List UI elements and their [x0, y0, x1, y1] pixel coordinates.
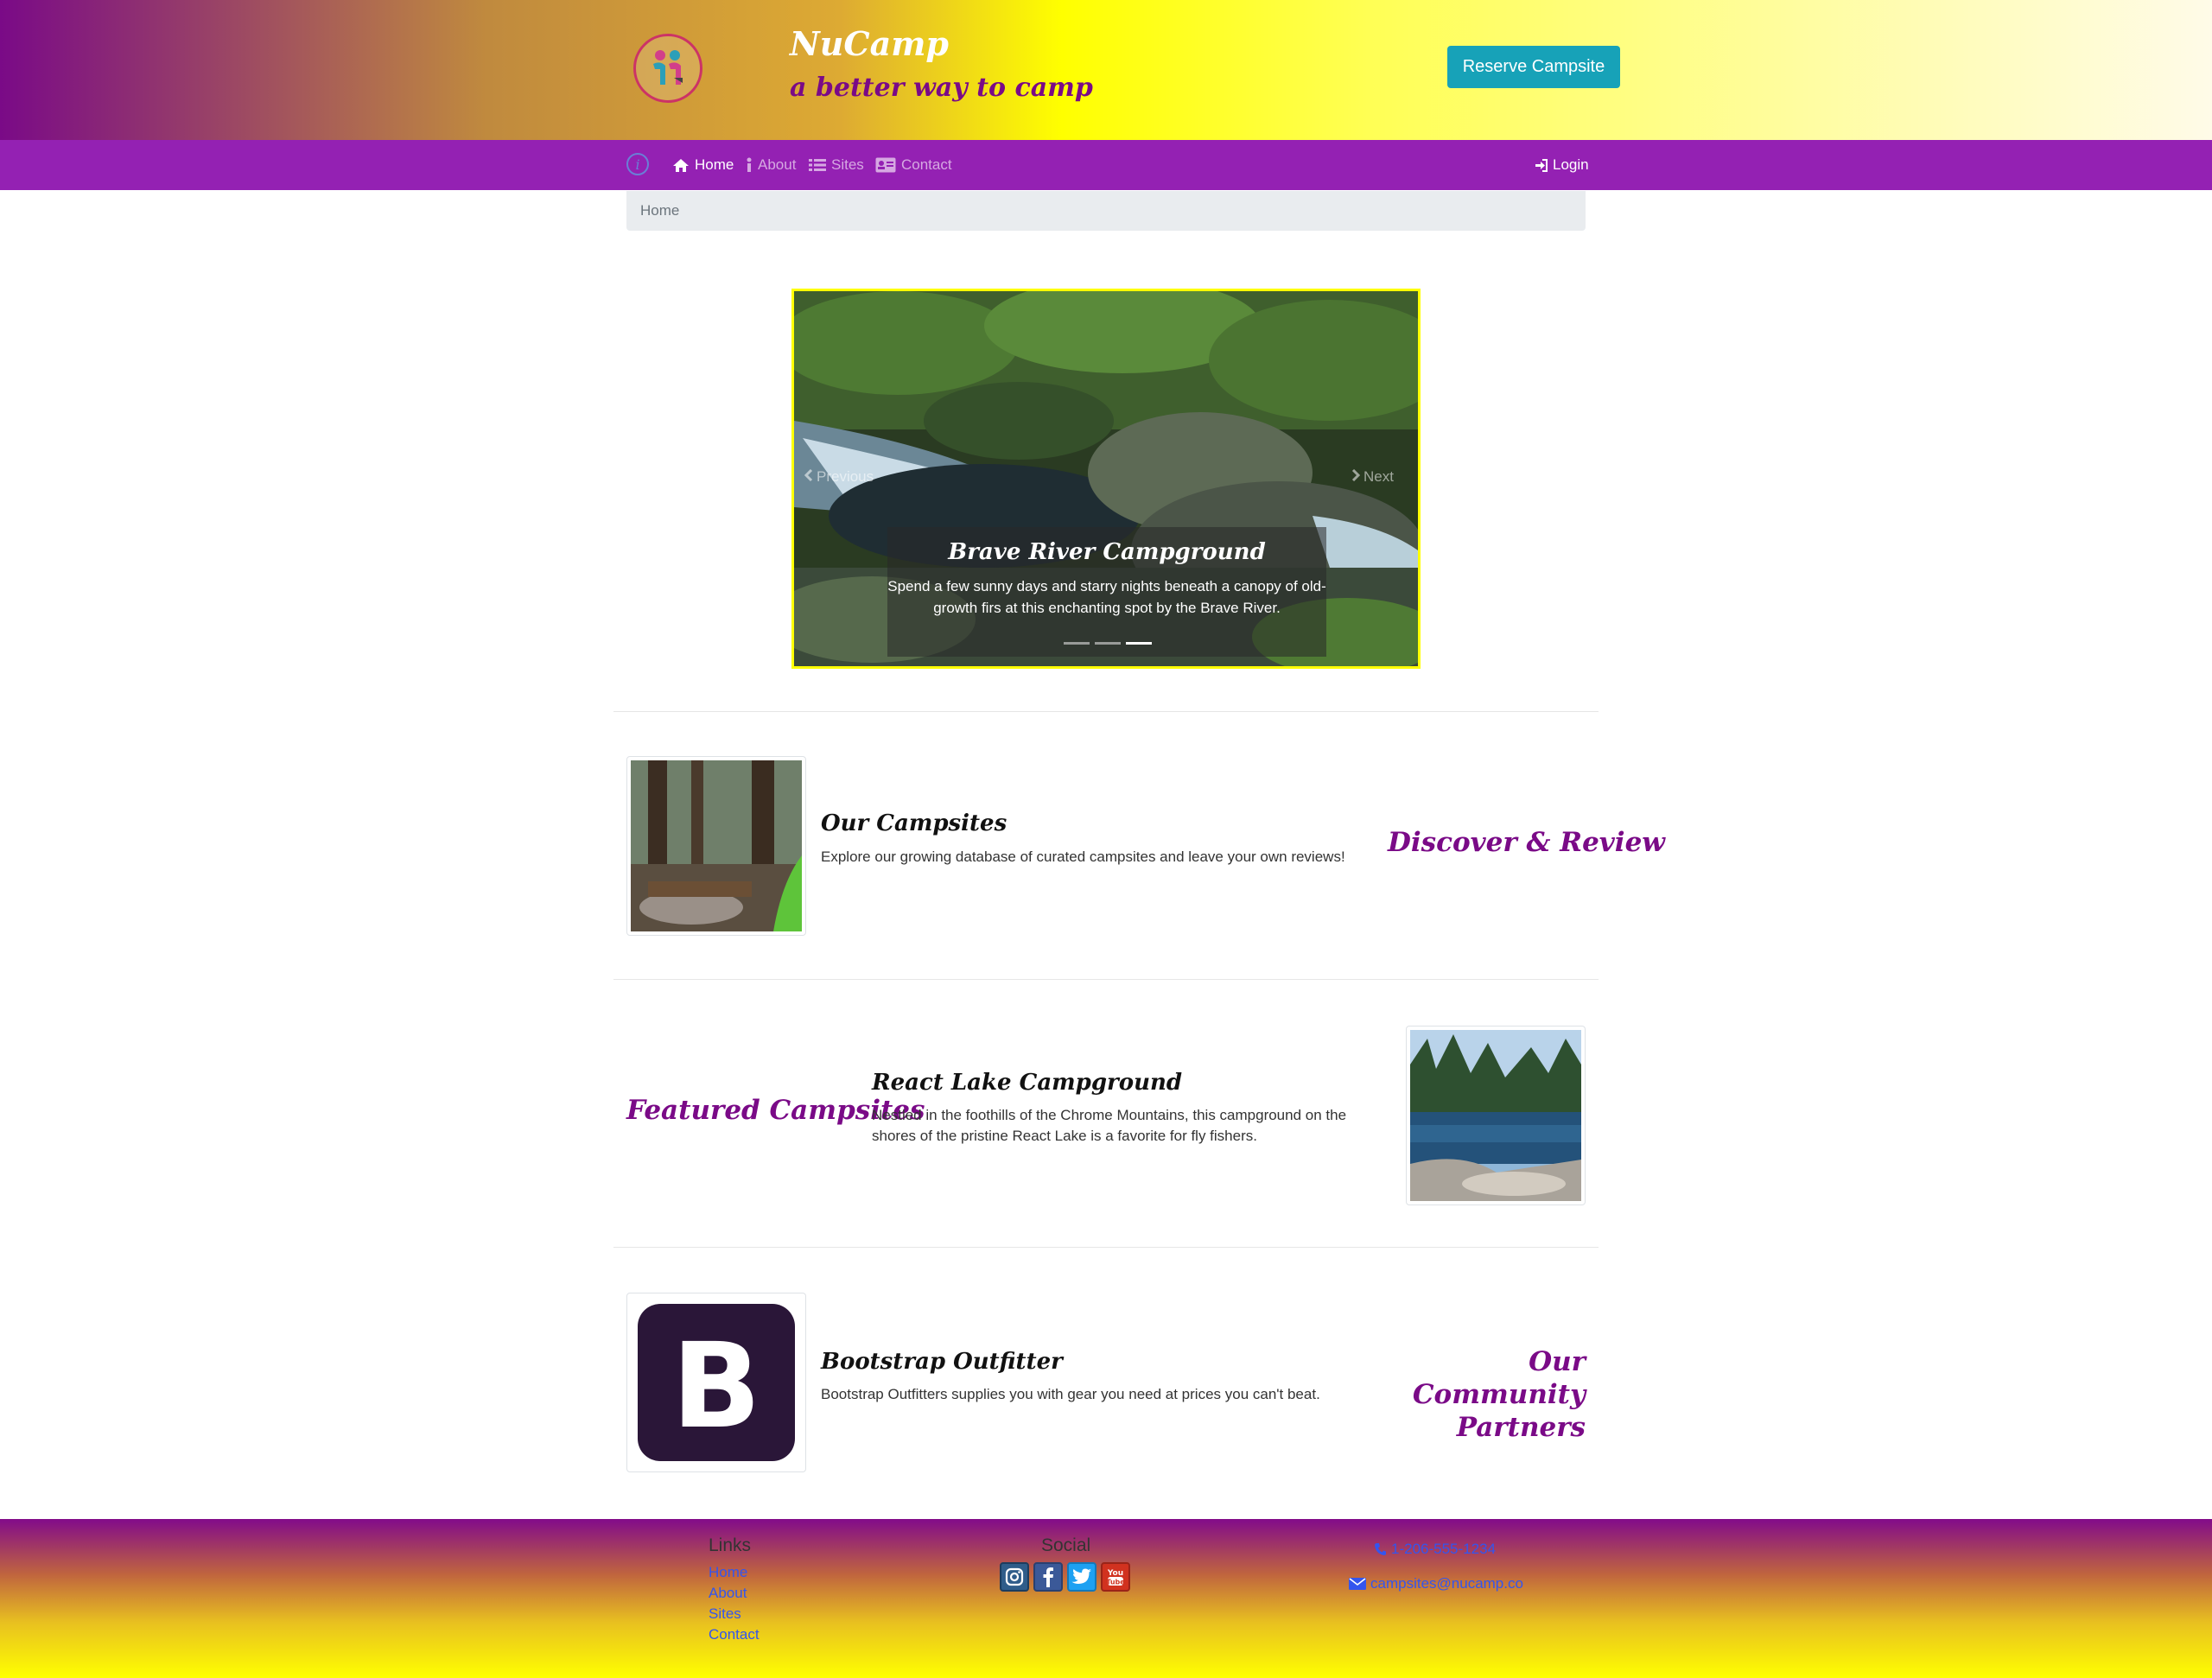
jumbotron: NuCamp a better way to camp Reserve Camp…: [0, 0, 2212, 140]
footer: [0, 1519, 2212, 1678]
list-icon: [809, 158, 826, 172]
nav-item-home[interactable]: Home: [672, 152, 734, 178]
campsites-title: Our Campsites: [821, 810, 1007, 836]
chevron-right-icon: [1351, 468, 1361, 486]
nav-item-label: Contact: [901, 156, 952, 173]
brand-tagline: a better way to camp: [790, 73, 1093, 103]
breadcrumb: Home: [626, 191, 1586, 231]
reserve-campsite-button[interactable]: Reserve Campsite: [1447, 46, 1620, 88]
featured-text: Nestled in the foothills of the Chrome M…: [872, 1107, 1347, 1144]
nav-item-label: About: [758, 156, 797, 173]
youtube-icon[interactable]: You Tube: [1101, 1562, 1130, 1592]
carousel-prev-label: Previous: [817, 468, 874, 485]
nav-item-label: Sites: [831, 156, 864, 173]
brand-title: NuCamp: [790, 24, 950, 63]
svg-text:You: You: [1107, 1569, 1123, 1578]
carousel-next-button[interactable]: Next: [1351, 468, 1394, 486]
carousel-prev-button[interactable]: Previous: [804, 468, 874, 486]
nav-item-sites[interactable]: Sites: [809, 152, 864, 178]
nucamp-logo-icon: [633, 34, 702, 103]
envelope-icon: [1349, 1578, 1366, 1590]
carousel-next-label: Next: [1363, 468, 1394, 485]
carousel-indicator[interactable]: [1064, 642, 1090, 645]
home-icon: [672, 158, 690, 173]
divider: [613, 979, 1599, 980]
svg-text:Tube: Tube: [1106, 1579, 1125, 1586]
facebook-icon[interactable]: [1033, 1562, 1063, 1592]
campsites-text: Explore our growing database of curated …: [821, 849, 1345, 865]
footer-link-contact[interactable]: Contact: [709, 1626, 760, 1643]
bootstrap-logo-icon: B: [626, 1293, 806, 1472]
sign-in-icon: [1535, 158, 1548, 172]
nav-item-label: Home: [695, 156, 734, 173]
login-button[interactable]: Login: [1535, 152, 1589, 178]
breadcrumb-current: Home: [640, 202, 680, 219]
footer-links-heading: Links: [709, 1535, 752, 1555]
footer-phone: 1-206-555-1234: [1391, 1541, 1496, 1557]
info-icon: [746, 157, 753, 173]
phone-icon: [1374, 1542, 1387, 1556]
nav-item-about[interactable]: About: [746, 152, 796, 178]
footer-phone-link[interactable]: 1-206-555-1234: [1374, 1541, 1496, 1558]
carousel-caption-title: Brave River Campground: [948, 539, 1266, 565]
partner-text: Bootstrap Outfitters supplies you with g…: [821, 1386, 1320, 1402]
carousel-caption: Brave River Campground Spend a few sunny…: [887, 527, 1326, 657]
footer-email: campsites@nucamp.co: [1370, 1575, 1523, 1592]
footer-link-sites[interactable]: Sites: [709, 1605, 741, 1623]
footer-social-heading: Social: [1041, 1535, 1091, 1555]
campsites-thumbnail: [626, 756, 806, 936]
footer-link-home[interactable]: Home: [709, 1564, 747, 1581]
carousel-indicator[interactable]: [1095, 642, 1121, 645]
address-card-icon: [875, 157, 896, 173]
divider: [613, 711, 1599, 712]
navbar: [0, 140, 2212, 190]
instagram-icon[interactable]: [1000, 1562, 1029, 1592]
partner-title: Bootstrap Outfitter: [821, 1349, 1063, 1375]
discover-review-heading: Discover & Review: [1388, 827, 1665, 858]
community-partners-heading: Our Community Partners: [1412, 1346, 1586, 1443]
footer-email-link[interactable]: campsites@nucamp.co: [1349, 1575, 1523, 1592]
carousel: Previous Next Brave River Campground Spe…: [791, 289, 1421, 669]
chevron-left-icon: [804, 468, 813, 486]
divider: [613, 1247, 1599, 1248]
twitter-icon[interactable]: [1067, 1562, 1096, 1592]
footer-link-about[interactable]: About: [709, 1585, 747, 1602]
bootstrap-logo-letter: B: [671, 1319, 761, 1455]
nav-item-contact[interactable]: Contact: [875, 152, 952, 178]
navbar-brand-logo[interactable]: i: [626, 153, 649, 175]
featured-title: React Lake Campground: [872, 1070, 1183, 1096]
carousel-caption-text: Spend a few sunny days and starry nights…: [887, 578, 1326, 616]
login-label: Login: [1553, 156, 1589, 173]
featured-thumbnail: [1406, 1026, 1586, 1205]
carousel-indicator-active[interactable]: [1126, 642, 1152, 645]
